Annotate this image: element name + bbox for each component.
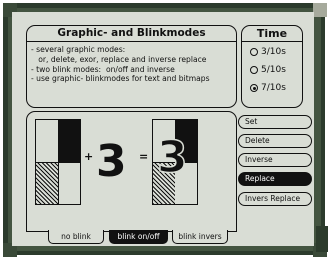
equals-sign: = <box>139 150 149 163</box>
mode-replace-button[interactable]: Replace <box>238 172 312 186</box>
button-label: Set <box>245 117 258 126</box>
description-line: - two blink modes: on/off and inverse <box>31 64 175 74</box>
result-bitmap: 3 <box>152 119 198 205</box>
mode-delete-button[interactable]: Delete <box>238 134 312 148</box>
button-label: Inverse <box>245 155 273 164</box>
mode-invers-replace-button[interactable]: Invers Replace <box>238 192 312 206</box>
button-label: Delete <box>245 136 270 145</box>
button-label: Invers Replace <box>245 194 301 203</box>
title-divider <box>27 41 236 42</box>
time-panel: Time 3/10s 5/10s 7/10s <box>241 25 303 108</box>
description-line: - use graphic- blinkmodes for text and b… <box>31 74 210 84</box>
demo-panel: + 3 = 3 <box>26 111 237 232</box>
tab-label: blink on/off <box>117 232 160 241</box>
radio-icon <box>250 66 258 74</box>
button-label: Replace <box>245 174 275 183</box>
description-line: or, delete, exor, replace and inverse re… <box>31 54 207 64</box>
bitmap-pattern <box>35 119 81 205</box>
radio-icon <box>250 48 258 56</box>
description-line: - several graphic modes: <box>31 45 126 54</box>
time-title: Time <box>256 27 288 40</box>
time-option-label: 3/10s <box>261 47 286 57</box>
time-divider <box>242 41 302 42</box>
bitmap-divider <box>58 120 59 204</box>
time-option-label: 5/10s <box>261 65 286 75</box>
tab-label: blink invers <box>178 232 222 241</box>
result-digit: 3 <box>156 132 188 183</box>
tab-blink-invers[interactable]: blink invers <box>172 230 228 244</box>
time-option-3[interactable]: 3/10s <box>250 47 286 57</box>
page-title: Graphic- and Blinkmodes <box>57 27 206 39</box>
bitmap-black-block <box>58 120 80 162</box>
info-panel: Graphic- and Blinkmodes - several graphi… <box>26 25 237 108</box>
lcd-screen: Graphic- and Blinkmodes - several graphi… <box>12 12 314 246</box>
plus-sign: + <box>84 150 94 163</box>
time-option-5[interactable]: 5/10s <box>250 65 286 75</box>
time-option-7[interactable]: 7/10s <box>250 83 286 93</box>
bezel-corner <box>313 3 327 17</box>
tab-no-blink[interactable]: no blink <box>48 230 104 244</box>
mode-set-button[interactable]: Set <box>238 115 312 129</box>
tab-blink-on-off[interactable]: blink on/off <box>109 230 168 244</box>
flex-connector <box>316 226 328 252</box>
time-option-label: 7/10s <box>261 83 286 93</box>
mode-inverse-button[interactable]: Inverse <box>238 153 312 167</box>
digit-three: 3 <box>96 136 127 187</box>
bitmap-hatch-block <box>36 162 58 204</box>
tab-label: no blink <box>61 232 91 241</box>
radio-selected-icon <box>250 84 258 92</box>
